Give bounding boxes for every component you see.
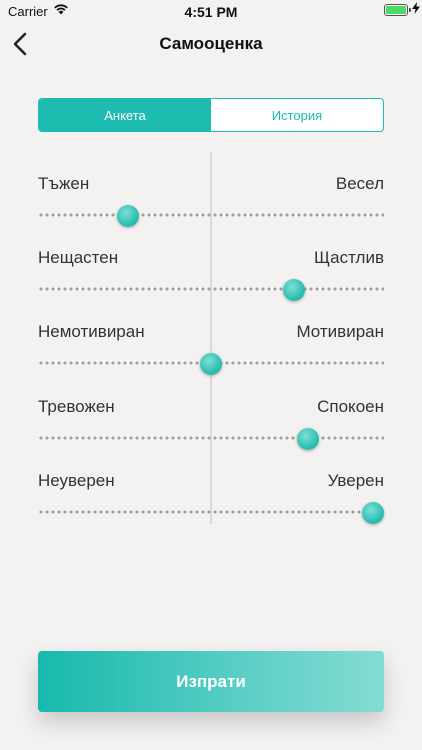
charging-icon	[412, 2, 420, 17]
slider-right-label: Весел	[335, 174, 384, 193]
slider-thumb[interactable]	[283, 279, 306, 301]
mood-slider-sad-happy: Тъжен Весел	[38, 174, 384, 234]
slider-thumb[interactable]	[200, 353, 222, 375]
slider-track[interactable]	[38, 510, 384, 514]
mood-slider-insecure-confident: Неуверен Уверен	[38, 471, 384, 531]
slider-left-label: Тъжен	[38, 174, 90, 193]
slider-left-label: Немотивиран	[38, 322, 145, 341]
slider-thumb[interactable]	[296, 428, 319, 450]
slider-track[interactable]	[38, 436, 384, 440]
slider-left-label: Тревожен	[38, 397, 115, 416]
mood-slider-unhappy-happy: Нещастен Щастлив	[38, 248, 384, 308]
status-bar: Carrier 4:51 PM	[0, 0, 422, 22]
slider-left-label: Нещастен	[38, 248, 119, 267]
slider-track[interactable]	[38, 213, 384, 217]
mood-slider-anxious-calm: Тревожен Спокоен	[38, 397, 384, 457]
status-time: 4:51 PM	[184, 4, 238, 20]
battery-icon	[384, 4, 408, 16]
submit-button[interactable]: Изпрати	[38, 651, 384, 712]
slider-right-label: Мотивиран	[296, 322, 384, 341]
slider-right-label: Спокоен	[317, 397, 384, 416]
page-title: Самооценка	[159, 34, 263, 53]
slider-thumb[interactable]	[116, 205, 139, 227]
tab-history[interactable]: История	[211, 99, 383, 131]
slider-thumb[interactable]	[362, 502, 384, 524]
slider-left-label: Неуверен	[38, 471, 115, 490]
slider-right-label: Щастлив	[314, 248, 384, 267]
segmented-control: Анкета История	[38, 98, 384, 132]
navigation-bar: Самооценка	[0, 22, 422, 66]
battery-tip	[409, 8, 411, 12]
slider-track[interactable]	[38, 287, 384, 291]
slider-right-label: Уверен	[327, 471, 384, 490]
mood-slider-unmotivated-motivated: Немотивиран Мотивиран	[38, 322, 384, 382]
tab-questionnaire[interactable]: Анкета	[39, 99, 211, 131]
